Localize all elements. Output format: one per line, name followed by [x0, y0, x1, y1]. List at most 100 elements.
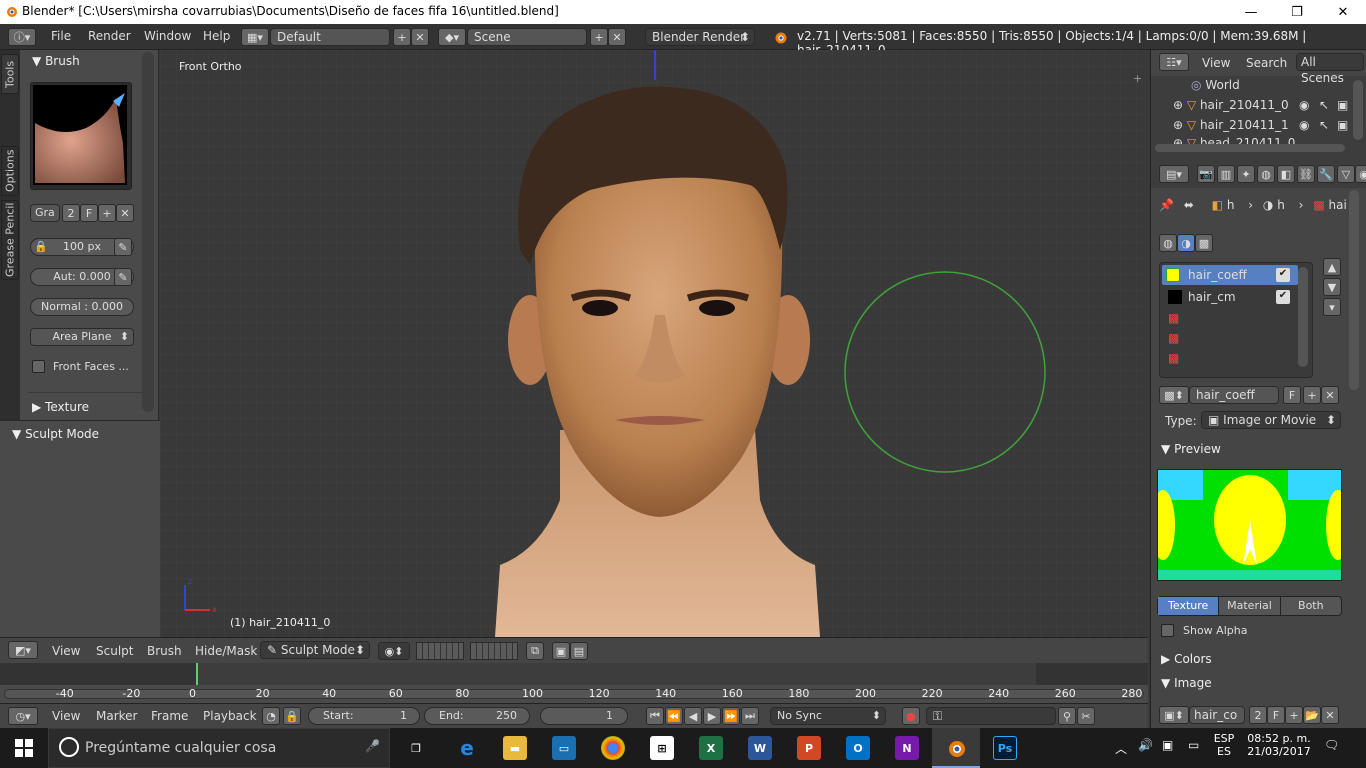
move-slot-up-icon[interactable]: ▲: [1323, 258, 1341, 276]
render-camera-icon[interactable]: ▣: [1337, 98, 1348, 112]
empty-slot-icon[interactable]: ▩: [1168, 351, 1179, 365]
menu-frame[interactable]: Frame: [151, 709, 188, 723]
start-button[interactable]: [0, 728, 48, 768]
unlink-brush-icon[interactable]: ✕: [116, 204, 134, 222]
menu-file[interactable]: File: [51, 29, 71, 43]
slot-enabled-checkbox[interactable]: ✔: [1276, 268, 1290, 282]
word-icon[interactable]: W: [748, 736, 772, 760]
world-tab-icon[interactable]: ◍: [1257, 165, 1275, 183]
tab-options[interactable]: Options: [1, 146, 19, 196]
chrome-icon[interactable]: [601, 736, 625, 760]
texture-slot-list[interactable]: hair_coeff ✔ hair_cm ✔ ▩ ▩ ▩: [1159, 262, 1313, 378]
add-layout-icon[interactable]: +: [393, 28, 411, 46]
outliner-item-hair-0[interactable]: ⊕ ▽ hair_210411_0 ◉ ↖ ▣: [1173, 98, 1351, 112]
menu-timeline-view[interactable]: View: [52, 709, 80, 723]
cortana-search-box[interactable]: Pregúntame cualquier cosa 🎤: [48, 728, 390, 768]
timeline-area[interactable]: -40 -20 0 20 40 60 80 100 120 140 160 180 200 220 240 2…: [0, 663, 1148, 703]
start-frame-field[interactable]: Start: 1: [308, 707, 420, 725]
front-faces-checkbox[interactable]: [32, 360, 45, 373]
menu-sculpt[interactable]: Sculpt: [96, 644, 133, 658]
mode-select[interactable]: ✎ Sculpt Mode ⬍: [260, 641, 370, 659]
scene-field[interactable]: Scene: [467, 28, 587, 46]
colors-panel-header[interactable]: ▶ Colors: [1161, 652, 1212, 666]
pressure-radius-icon[interactable]: ✎: [114, 238, 132, 256]
add-scene-icon[interactable]: +: [590, 28, 608, 46]
slot-list-scrollbar[interactable]: [1298, 267, 1308, 367]
sculpt-mode-panel-header[interactable]: ▼ Sculpt Mode: [12, 427, 99, 441]
slot-specials-icon[interactable]: ▾: [1323, 298, 1341, 316]
menu-playback[interactable]: Playback: [203, 709, 257, 723]
empty-slot-icon[interactable]: ▩: [1168, 311, 1179, 325]
keying-set-field[interactable]: ⚿: [926, 707, 1056, 725]
open-image-icon[interactable]: 📂: [1303, 706, 1321, 724]
menu-render[interactable]: Render: [88, 29, 131, 43]
menu-outliner-search[interactable]: Search: [1246, 56, 1287, 70]
image-users-count[interactable]: 2: [1249, 706, 1267, 724]
slot-enabled-checkbox[interactable]: ✔: [1276, 290, 1290, 304]
preview-range-icon[interactable]: ◔: [262, 707, 280, 725]
photoshop-icon[interactable]: Ps: [993, 736, 1017, 760]
next-keyframe-icon[interactable]: ⏩: [722, 707, 740, 725]
material-texture-icon[interactable]: ◑: [1177, 234, 1195, 252]
normal-slider[interactable]: Normal : 0.000: [30, 298, 134, 316]
brush-panel-header[interactable]: ▼ Brush: [32, 54, 80, 68]
show-alpha-checkbox[interactable]: [1161, 624, 1174, 637]
current-frame-field[interactable]: 1: [540, 707, 628, 725]
outliner-filter-select[interactable]: All Scenes: [1296, 53, 1364, 85]
outlook-icon[interactable]: O: [846, 736, 870, 760]
pin-icon[interactable]: 📌: [1159, 198, 1174, 212]
select-cursor-icon[interactable]: ↖: [1319, 98, 1329, 112]
menu-hide-mask[interactable]: Hide/Mask: [195, 644, 257, 658]
brush-preview[interactable]: [30, 82, 132, 190]
edge-icon[interactable]: e: [455, 736, 479, 760]
end-frame-field[interactable]: End: 250: [424, 707, 530, 725]
outliner-item-hair-1[interactable]: ⊕ ▽ hair_210411_1 ◉ ↖ ▣: [1173, 118, 1351, 132]
action-center-icon[interactable]: 🗨: [1324, 738, 1339, 752]
remove-layout-icon[interactable]: ✕: [411, 28, 429, 46]
editor-type-3d-icon[interactable]: ◩▾: [8, 641, 38, 659]
play-icon[interactable]: ▶: [703, 707, 721, 725]
brush-users-count[interactable]: 2: [62, 204, 80, 222]
file-explorer-icon[interactable]: ▬: [503, 736, 527, 760]
show-hidden-icons-icon[interactable]: ︿: [1115, 740, 1127, 757]
select-cursor-icon[interactable]: ↖: [1319, 118, 1329, 132]
menu-help[interactable]: Help: [203, 29, 230, 43]
sculpt-plane-select[interactable]: Area Plane ⬍: [30, 328, 134, 346]
object-tab-icon[interactable]: ◧: [1277, 165, 1295, 183]
windows-store-icon[interactable]: ⊞: [650, 736, 674, 760]
texture-panel-header[interactable]: ▶ Texture: [32, 400, 89, 414]
preview-panel-header[interactable]: ▼ Preview: [1161, 442, 1221, 456]
properties-scrollbar[interactable]: [1349, 190, 1359, 390]
layer-lock-icon[interactable]: ⧉: [526, 642, 544, 660]
browse-texture-icon[interactable]: ▩⬍: [1159, 386, 1189, 404]
screen-layout-icon[interactable]: ▦▾: [241, 28, 269, 46]
properties-toggle-icon[interactable]: +: [1133, 72, 1142, 85]
empty-slot-icon[interactable]: ▩: [1168, 331, 1179, 345]
fake-user-button[interactable]: F: [80, 204, 98, 222]
store-app-icon[interactable]: ▭: [552, 736, 576, 760]
texture-slot[interactable]: hair_cm ✔: [1162, 287, 1298, 307]
menu-window[interactable]: Window: [144, 29, 191, 43]
prev-keyframe-icon[interactable]: ⏪: [665, 707, 683, 725]
excel-icon[interactable]: X: [699, 736, 723, 760]
outliner-item-head-0[interactable]: ⊕ ▽ head_210411_0: [1173, 136, 1295, 144]
editor-type-outliner-icon[interactable]: ☷▾: [1159, 53, 1189, 71]
scene-tab-icon[interactable]: ✦: [1237, 165, 1255, 183]
current-frame-marker[interactable]: [196, 663, 198, 685]
menu-outliner-view[interactable]: View: [1202, 56, 1230, 70]
data-tab-icon[interactable]: ▽: [1337, 165, 1355, 183]
unlink-image-icon[interactable]: ✕: [1321, 706, 1339, 724]
maximize-button[interactable]: ❐: [1274, 0, 1320, 24]
layout-field[interactable]: Default: [270, 28, 390, 46]
image-name-field[interactable]: hair_co: [1189, 706, 1245, 724]
texture-type-select[interactable]: ▣ Image or Movie ⬍: [1201, 411, 1341, 429]
frame-ruler[interactable]: -40 -20 0 20 40 60 80 100 120 140 160 180 200 220 240 2…: [0, 685, 1148, 703]
remove-scene-icon[interactable]: ✕: [608, 28, 626, 46]
editor-type-properties-icon[interactable]: ▤▾: [1159, 165, 1189, 183]
onenote-icon[interactable]: N: [895, 736, 919, 760]
visibility-eye-icon[interactable]: ◉: [1299, 98, 1309, 112]
layer-buttons-a[interactable]: [416, 642, 464, 660]
constraints-tab-icon[interactable]: ⛓: [1297, 165, 1315, 183]
render-layers-tab-icon[interactable]: ▥: [1217, 165, 1235, 183]
editor-type-timeline-icon[interactable]: ◷▾: [8, 707, 38, 725]
